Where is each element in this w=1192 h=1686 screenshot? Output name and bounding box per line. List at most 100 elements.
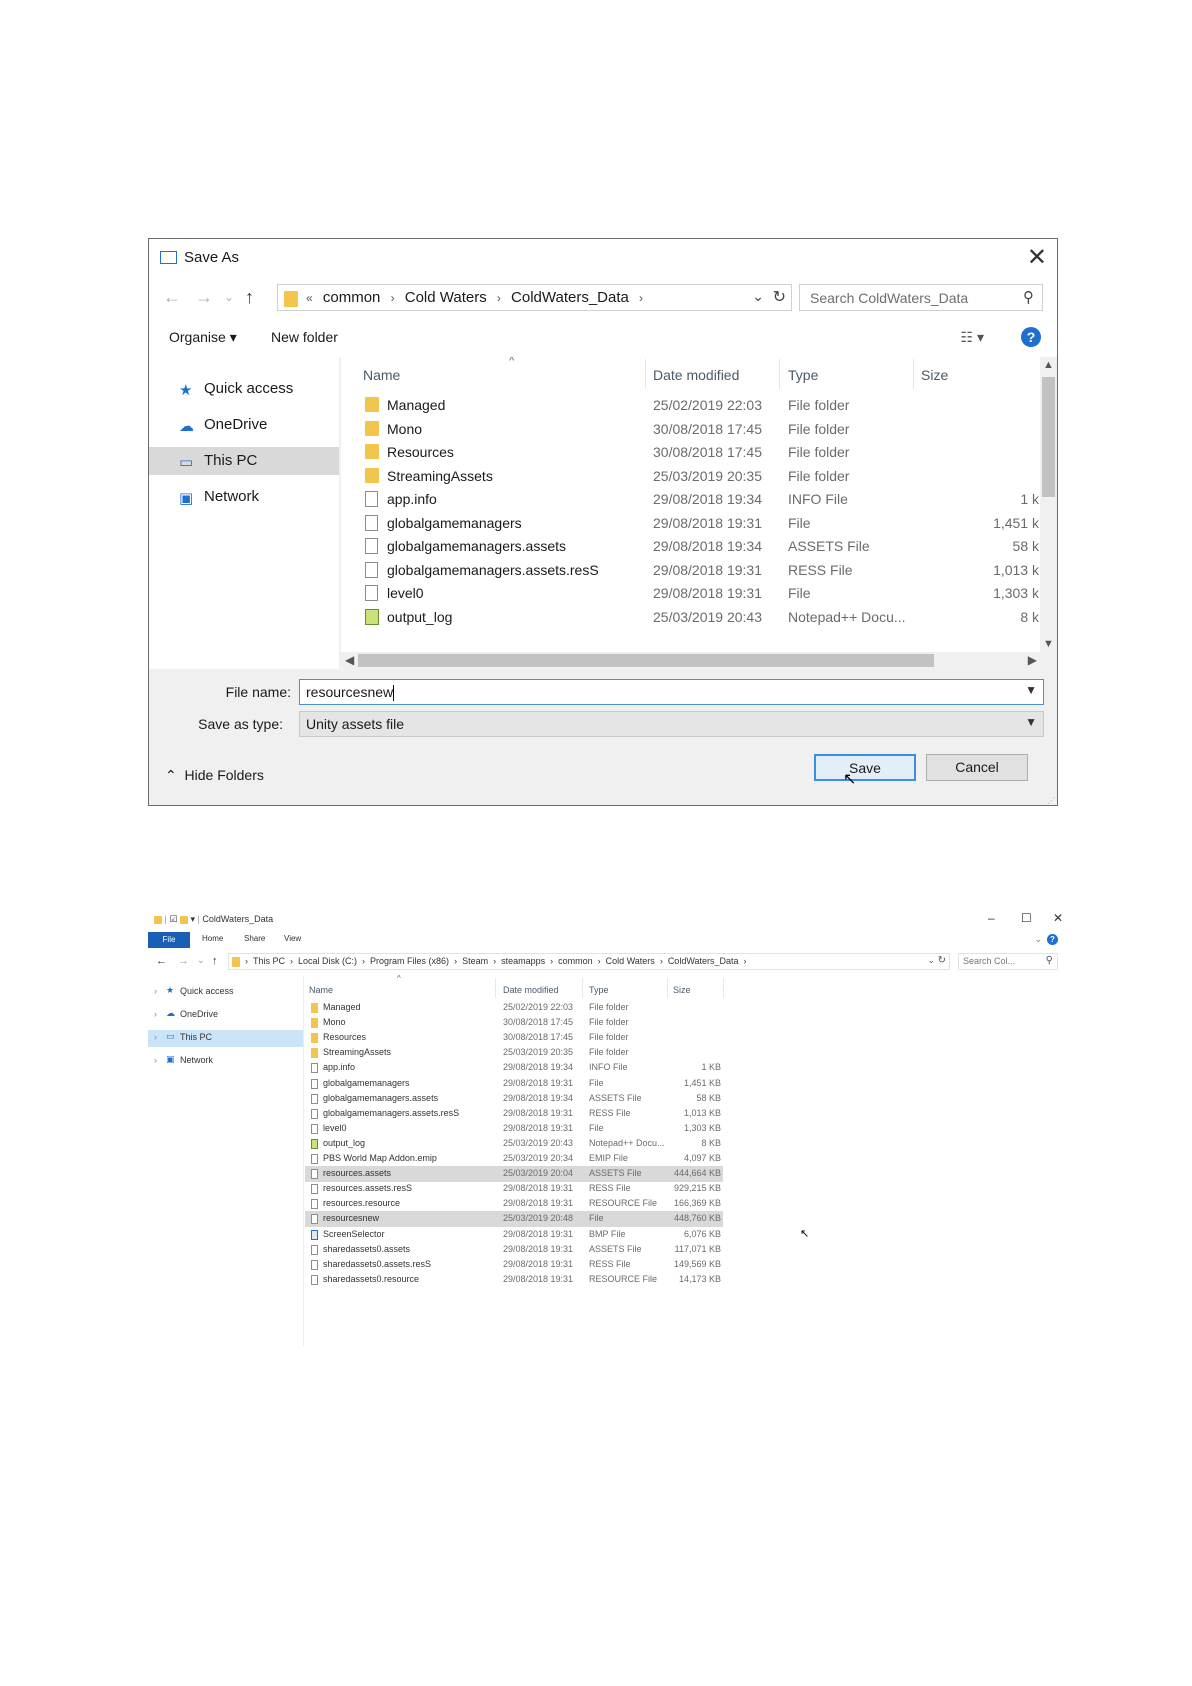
save-button[interactable]: Save bbox=[814, 754, 916, 781]
column-header-size[interactable]: Size bbox=[673, 985, 691, 995]
horizontal-scrollbar[interactable]: ◀ ▶ bbox=[341, 652, 1041, 669]
breadcrumb-separator[interactable]: › bbox=[598, 956, 601, 966]
overflow-chevron-icon[interactable]: « bbox=[306, 291, 313, 305]
nav-item-onedrive[interactable]: › ☁ OneDrive bbox=[148, 1007, 303, 1024]
file-row[interactable]: globalgamemanagers 29/08/2018 19:31 File 1,… bbox=[341, 511, 1041, 535]
column-header-size[interactable]: Size bbox=[921, 367, 948, 383]
close-icon[interactable]: ✕ bbox=[1053, 911, 1063, 925]
breadcrumb-separator[interactable]: › bbox=[639, 291, 643, 305]
scroll-up-icon[interactable]: ▲ bbox=[1043, 359, 1054, 371]
file-row[interactable]: globalgamemanagers 29/08/2018 19:31 File 1,… bbox=[305, 1076, 723, 1092]
explorer-search-box[interactable]: Search Col... ⚲ bbox=[958, 953, 1058, 970]
expand-chevron-icon[interactable]: › bbox=[154, 1055, 157, 1065]
breadcrumb-separator[interactable]: › bbox=[660, 956, 663, 966]
file-row[interactable]: Managed 25/02/2019 22:03 File folder bbox=[341, 393, 1041, 417]
breadcrumb-separator[interactable]: › bbox=[550, 956, 553, 966]
file-row[interactable]: resources.assets.resS 29/08/2018 19:31 RES… bbox=[305, 1181, 723, 1197]
search-icon[interactable]: ⚲ bbox=[1023, 288, 1034, 306]
breadcrumb-separator[interactable]: › bbox=[362, 956, 365, 966]
nav-item-this-pc[interactable]: › ▭ This PC bbox=[148, 1030, 303, 1047]
column-divider[interactable] bbox=[645, 359, 646, 389]
file-row[interactable]: Resources 30/08/2018 17:45 File folder bbox=[305, 1030, 723, 1046]
cancel-button[interactable]: Cancel bbox=[926, 754, 1028, 781]
scrollbar-thumb[interactable] bbox=[1042, 377, 1055, 497]
nav-item-this-pc[interactable]: ▭ This PC bbox=[149, 447, 339, 475]
chevron-down-icon[interactable]: ▼ bbox=[1025, 683, 1037, 697]
file-name-input[interactable]: resourcesnew ▼ bbox=[299, 679, 1044, 705]
file-row[interactable]: globalgamemanagers.assets.resS 29/08/2018… bbox=[341, 558, 1041, 582]
breadcrumb-cold-waters[interactable]: Cold Waters bbox=[405, 289, 487, 306]
column-header-date[interactable]: Date modified bbox=[503, 985, 559, 995]
tab-share[interactable]: Share bbox=[244, 934, 265, 943]
breadcrumb-item[interactable]: This PC bbox=[253, 956, 285, 966]
breadcrumb-item[interactable]: steamapps bbox=[501, 956, 545, 966]
maximize-icon[interactable]: ☐ bbox=[1021, 911, 1032, 925]
file-row[interactable]: globalgamemanagers.assets 29/08/2018 19:3… bbox=[305, 1091, 723, 1107]
column-header-type[interactable]: Type bbox=[589, 985, 609, 995]
customize-toolbar-icon[interactable]: ▾ bbox=[190, 914, 195, 924]
nav-item-quick-access[interactable]: ★ Quick access bbox=[149, 375, 339, 403]
search-icon[interactable]: ⚲ bbox=[1046, 955, 1053, 966]
up-arrow-icon[interactable]: ↑ bbox=[212, 955, 218, 967]
scroll-left-icon[interactable]: ◀ bbox=[345, 653, 354, 667]
column-header-name[interactable]: Name bbox=[363, 367, 400, 383]
file-row[interactable]: StreamingAssets 25/03/2019 20:35 File fold… bbox=[305, 1045, 723, 1061]
breadcrumb-coldwaters-data[interactable]: ColdWaters_Data bbox=[511, 289, 629, 306]
breadcrumb-item[interactable]: ColdWaters_Data bbox=[668, 956, 739, 966]
file-row[interactable]: sharedassets0.resource 29/08/2018 19:31 RE… bbox=[305, 1272, 723, 1288]
address-dropdown-icon[interactable]: ⌄ bbox=[927, 955, 935, 966]
file-row[interactable]: ScreenSelector 29/08/2018 19:31 BMP File 6,… bbox=[305, 1227, 723, 1243]
column-divider[interactable] bbox=[779, 359, 780, 389]
column-header-date[interactable]: Date modified bbox=[653, 367, 739, 383]
address-bar[interactable]: « common › Cold Waters › ColdWaters_Data… bbox=[277, 284, 792, 311]
file-row[interactable]: Resources 30/08/2018 17:45 File folder bbox=[341, 440, 1041, 464]
refresh-icon[interactable]: ↻ bbox=[773, 287, 786, 307]
hide-folders-button[interactable]: ⌃ Hide Folders bbox=[165, 767, 264, 784]
column-divider[interactable] bbox=[913, 359, 914, 389]
breadcrumb-item[interactable]: common bbox=[558, 956, 593, 966]
expand-chevron-icon[interactable]: › bbox=[154, 1009, 157, 1019]
properties-icon[interactable]: ☑ bbox=[169, 914, 177, 924]
file-row[interactable]: StreamingAssets 25/03/2019 20:35 File fold… bbox=[341, 464, 1041, 488]
file-row[interactable]: resources.assets 25/03/2019 20:04 ASSETS F… bbox=[305, 1166, 723, 1183]
file-row[interactable]: resourcesnew 25/03/2019 20:48 File 448,760 … bbox=[305, 1211, 723, 1228]
file-row[interactable]: output_log 25/03/2019 20:43 Notepad++ Docu… bbox=[305, 1136, 723, 1152]
new-folder-icon[interactable] bbox=[179, 915, 188, 924]
back-arrow-icon[interactable]: ← bbox=[156, 955, 167, 967]
explorer-address-bar[interactable]: › This PC › Local Disk (C:) › Program Files (… bbox=[228, 953, 950, 970]
breadcrumb-separator[interactable]: › bbox=[497, 291, 501, 305]
breadcrumb-item[interactable]: Program Files (x86) bbox=[370, 956, 449, 966]
breadcrumb-separator[interactable]: › bbox=[493, 956, 496, 966]
forward-arrow-icon[interactable]: → bbox=[178, 955, 189, 967]
breadcrumb-separator[interactable]: › bbox=[744, 956, 747, 966]
back-arrow-icon[interactable]: ← bbox=[163, 287, 181, 308]
file-row[interactable]: level0 29/08/2018 19:31 File 1,303 KB bbox=[305, 1121, 723, 1137]
scroll-down-icon[interactable]: ▼ bbox=[1043, 638, 1054, 650]
vertical-scrollbar[interactable]: ▲ ▼ bbox=[1040, 357, 1057, 652]
up-arrow-icon[interactable]: ↑ bbox=[245, 287, 254, 308]
file-row[interactable]: app.info 29/08/2018 19:34 INFO File 1 KB bbox=[305, 1060, 723, 1076]
help-icon[interactable]: ? bbox=[1047, 934, 1058, 945]
breadcrumb-item[interactable]: Local Disk (C:) bbox=[298, 956, 357, 966]
scrollbar-thumb[interactable] bbox=[358, 654, 934, 667]
nav-item-onedrive[interactable]: ☁ OneDrive bbox=[149, 411, 339, 439]
recent-locations-icon[interactable]: ⌄ bbox=[224, 290, 234, 304]
column-divider[interactable] bbox=[723, 978, 724, 998]
refresh-icon[interactable]: ↻ bbox=[938, 955, 946, 966]
file-row[interactable]: resources.resource 29/08/2018 19:31 RESOUR… bbox=[305, 1196, 723, 1212]
file-row[interactable]: PBS World Map Addon.emip 25/03/2019 20:34… bbox=[305, 1151, 723, 1167]
help-icon[interactable]: ? bbox=[1021, 327, 1041, 347]
chevron-down-icon[interactable]: ▼ bbox=[1025, 715, 1037, 729]
column-header-name[interactable]: Name bbox=[309, 985, 333, 995]
column-divider[interactable] bbox=[582, 978, 583, 998]
file-row[interactable]: Managed 25/02/2019 22:03 File folder bbox=[305, 1000, 723, 1016]
breadcrumb-item[interactable]: Cold Waters bbox=[606, 956, 655, 966]
nav-item-network[interactable]: › ▣ Network bbox=[148, 1053, 303, 1070]
recent-locations-icon[interactable]: ⌄ bbox=[197, 955, 205, 966]
resize-grip-icon[interactable]: ⋰ bbox=[1047, 796, 1055, 805]
tab-file[interactable]: File bbox=[148, 932, 190, 948]
expand-chevron-icon[interactable]: › bbox=[154, 986, 157, 996]
file-row[interactable]: globalgamemanagers.assets 29/08/2018 19:3… bbox=[341, 534, 1041, 558]
breadcrumb-separator[interactable]: › bbox=[245, 956, 248, 966]
breadcrumb-separator[interactable]: › bbox=[454, 956, 457, 966]
